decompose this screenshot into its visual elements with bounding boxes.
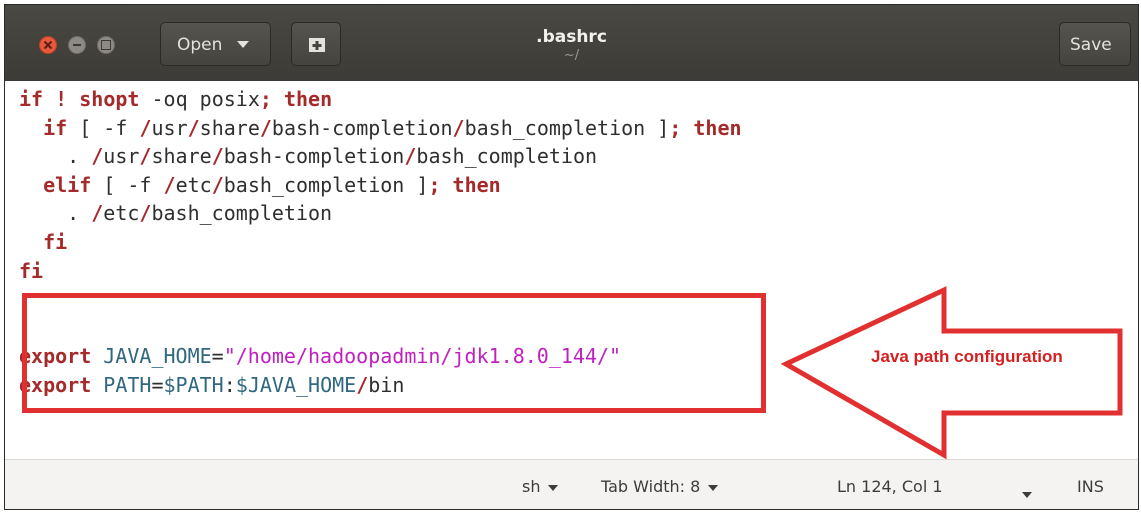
code-token: / xyxy=(163,172,176,197)
code-token: etc xyxy=(175,172,212,197)
code-token: / xyxy=(211,172,224,197)
code-token: . xyxy=(19,144,92,169)
language-label: sh xyxy=(522,477,541,496)
code-token: bash_completion ] xyxy=(223,172,429,197)
status-bar: sh Tab Width: 8 Ln 124, Col 1 INS xyxy=(5,459,1138,509)
insert-mode-indicator: INS xyxy=(1077,477,1104,496)
code-token: bash_completion xyxy=(416,144,598,169)
code-line[interactable]: elif [ -f /etc/bash_completion ]; then xyxy=(19,171,742,200)
code-token: share xyxy=(151,144,212,169)
code-line[interactable]: fi xyxy=(19,257,742,286)
code-token: share xyxy=(199,115,260,140)
code-token: / xyxy=(91,201,104,226)
position-menu-chevron-icon[interactable] xyxy=(1022,484,1032,503)
code-token: fi xyxy=(19,258,44,283)
code-token: then xyxy=(452,172,501,197)
save-button[interactable]: Save xyxy=(1059,22,1131,66)
code-token: -oq posix xyxy=(139,87,260,111)
gedit-window: Open .bashrc ~/ Save if ! shopt -oq posi… xyxy=(4,4,1139,510)
window-subtitle: ~/ xyxy=(563,48,580,63)
save-button-label: Save xyxy=(1070,35,1112,55)
code-token: / xyxy=(139,201,152,226)
annotation-arrow-icon xyxy=(781,286,1123,460)
highlight-box xyxy=(22,293,766,413)
code-token: / xyxy=(211,144,224,169)
header-bar: Open .bashrc ~/ Save xyxy=(5,5,1138,81)
code-token: ; xyxy=(669,115,682,140)
code-token: then xyxy=(693,115,742,140)
code-token: fi xyxy=(43,229,68,254)
text-editor-area[interactable]: if ! shopt -oq posix; then if [ -f /usr/… xyxy=(5,81,1138,460)
language-selector[interactable]: sh xyxy=(522,477,559,496)
annotation-label: Java path configuration xyxy=(871,347,1063,366)
code-token: if xyxy=(19,87,44,111)
code-token: bash_completion xyxy=(151,201,333,226)
code-token: [ -f xyxy=(91,172,164,197)
code-token: [ -f xyxy=(67,115,140,140)
tab-width-selector[interactable]: Tab Width: 8 xyxy=(601,477,719,496)
code-token: bash-completion xyxy=(223,144,405,169)
code-line[interactable]: if ! shopt -oq posix; then xyxy=(19,85,742,114)
code-token: / xyxy=(139,115,152,140)
code-token: / xyxy=(259,115,272,140)
code-token: ; xyxy=(428,172,441,197)
window-title: .bashrc xyxy=(536,27,607,47)
code-token: / xyxy=(139,144,152,169)
code-token: ; xyxy=(259,87,272,111)
code-line[interactable]: fi xyxy=(19,228,742,257)
code-token: / xyxy=(91,144,104,169)
code-token: / xyxy=(187,115,200,140)
code-line[interactable]: if [ -f /usr/share/bash-completion/bash_… xyxy=(19,114,742,143)
tab-width-label: Tab Width: 8 xyxy=(601,477,701,496)
cursor-position[interactable]: Ln 124, Col 1 xyxy=(837,477,943,496)
code-token: / xyxy=(452,115,465,140)
code-token: ! xyxy=(55,87,68,111)
code-token: etc xyxy=(103,201,140,226)
code-token: if xyxy=(43,115,68,140)
code-token: shopt xyxy=(79,87,140,111)
code-token: usr xyxy=(103,144,140,169)
chevron-down-icon xyxy=(708,484,719,491)
code-token: usr xyxy=(151,115,188,140)
code-token: bash-completion xyxy=(271,115,453,140)
code-token: / xyxy=(404,144,417,169)
code-token: bash_completion ] xyxy=(464,115,670,140)
chevron-down-icon xyxy=(548,484,559,491)
code-token: elif xyxy=(43,172,92,197)
code-line[interactable]: . /usr/share/bash-completion/bash_comple… xyxy=(19,142,742,171)
code-token: then xyxy=(283,87,333,111)
code-token: . xyxy=(19,201,92,226)
code-line[interactable]: . /etc/bash_completion xyxy=(19,199,742,228)
